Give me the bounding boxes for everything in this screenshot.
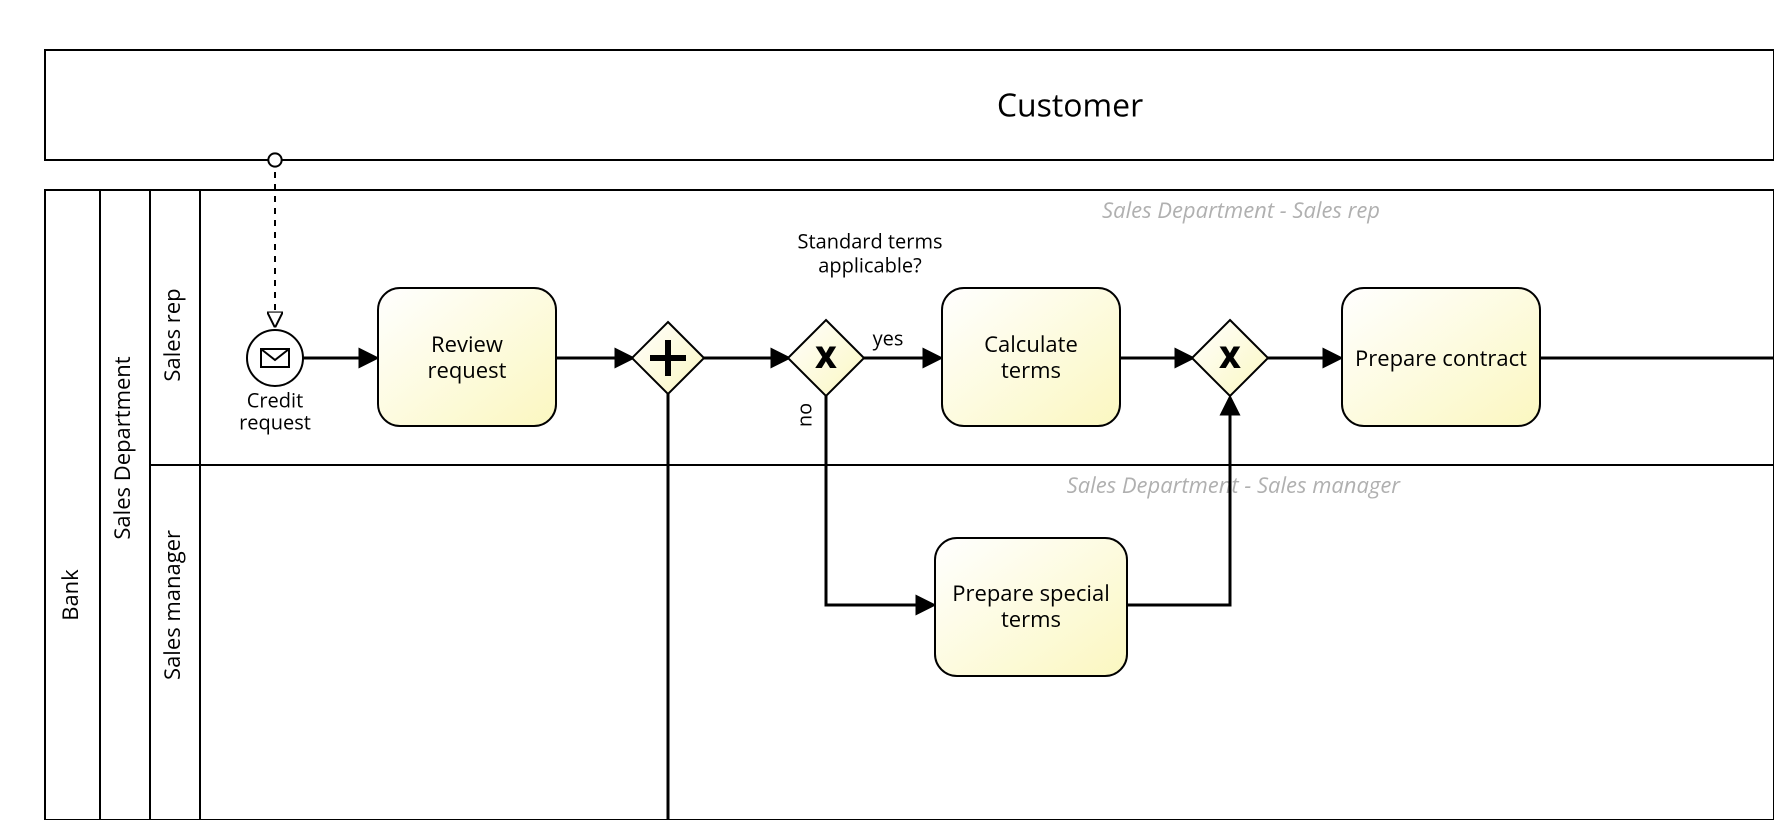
task-prepare-special-terms[interactable]: Prepare special terms	[935, 538, 1127, 676]
task-review-request[interactable]: Review request	[378, 288, 556, 426]
edge-label-no: no	[790, 403, 817, 427]
gateway-label-line1: Standard terms	[797, 227, 942, 254]
pool-customer-title: Customer	[997, 84, 1143, 127]
task-prepare-contract[interactable]: Prepare contract	[1342, 288, 1540, 426]
svg-text:request: request	[428, 355, 507, 385]
pool-bank-title: Bank	[55, 569, 85, 621]
lane-sales-rep-watermark: Sales Department - Sales rep	[1102, 195, 1380, 225]
edge-label-yes: yes	[873, 324, 904, 351]
svg-text:terms: terms	[1001, 355, 1061, 385]
pool-bank[interactable]: Bank Sales Department Sales rep Sales De…	[45, 190, 1774, 820]
pool-customer[interactable]: Customer	[45, 50, 1774, 160]
lane-sales-manager-watermark: Sales Department - Sales manager	[1067, 470, 1402, 500]
gateway-label-line2: applicable?	[818, 251, 922, 278]
svg-text:Prepare contract: Prepare contract	[1355, 343, 1527, 373]
task-calculate-terms[interactable]: Calculate terms	[942, 288, 1120, 426]
svg-text:terms: terms	[1001, 604, 1061, 634]
lane-sales-rep-title: Sales rep	[157, 288, 187, 381]
start-event-label-line2: request	[239, 408, 311, 435]
lane-sales-manager-title: Sales manager	[157, 530, 187, 680]
lane-sales-dept-title: Sales Department	[107, 356, 137, 539]
x-icon: X	[815, 336, 837, 377]
envelope-icon	[261, 349, 289, 367]
x-icon: X	[1219, 336, 1241, 377]
